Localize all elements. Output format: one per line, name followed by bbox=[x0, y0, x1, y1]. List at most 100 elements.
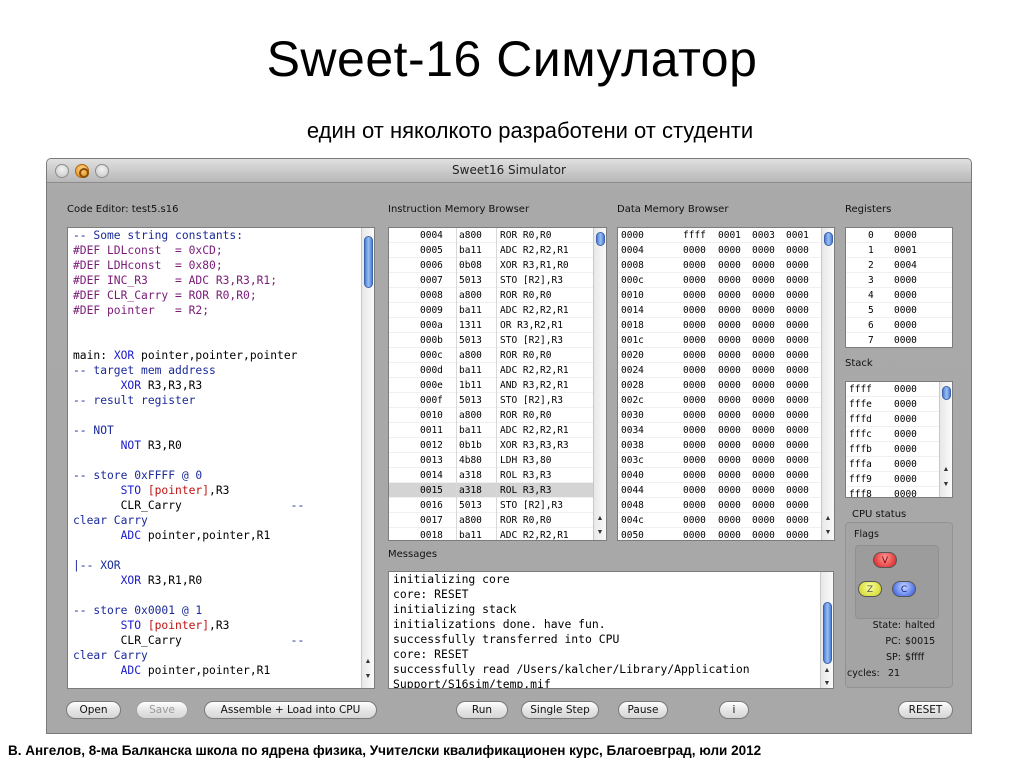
data-memory-scroll-thumb[interactable] bbox=[824, 232, 833, 246]
scroll-up-icon[interactable]: ▲ bbox=[940, 464, 952, 475]
scroll-down-icon[interactable]: ▼ bbox=[362, 671, 374, 682]
data-memory-row[interactable]: 0048 0000 0000 0000 0000 bbox=[618, 498, 834, 513]
data-memory-row[interactable]: 002c 0000 0000 0000 0000 bbox=[618, 393, 834, 408]
data-memory-browser[interactable]: 0000 ffff 0001 0003 0001 0004 0000 0000 0000 0000… bbox=[617, 227, 835, 541]
scroll-up-icon[interactable]: ▲ bbox=[821, 665, 833, 676]
data-memory-row[interactable]: 0038 0000 0000 0000 0000 bbox=[618, 438, 834, 453]
code-editor-scrollbar[interactable]: ▲ ▼ bbox=[361, 228, 374, 688]
instruction-row[interactable]: 0016 5013 STO [R2],R3 bbox=[389, 498, 606, 513]
stack-scroll-thumb[interactable] bbox=[942, 386, 951, 400]
scroll-up-icon[interactable]: ▲ bbox=[594, 513, 606, 524]
instruction-row[interactable]: 0011 ba11 ADC R2,R2,R1 bbox=[389, 423, 606, 438]
instruction-row[interactable]: 0014 a318 ROL R3,R3 bbox=[389, 468, 606, 483]
instruction-row[interactable]: 0012 0b1b XOR R3,R3,R3 bbox=[389, 438, 606, 453]
pause-button[interactable]: Pause bbox=[618, 701, 668, 719]
data-word: 0000 bbox=[786, 500, 809, 511]
instruction-memory-scrollbar[interactable]: ▲ ▼ bbox=[593, 228, 606, 540]
messages-scroll-thumb[interactable] bbox=[823, 602, 832, 664]
instruction-row[interactable]: 0015 a318 ROL R3,R3 bbox=[389, 483, 606, 498]
code-lines[interactable]: -- Some string constants: #DEF LDLconst =… bbox=[73, 228, 363, 678]
stack-table[interactable]: ffff 0000 fffe 0000 fffd 0000 fffc 0000 fffb 0000… bbox=[845, 381, 953, 498]
instruction-row[interactable]: 0018 ba11 ADC R2,R2,R1 bbox=[389, 528, 606, 540]
instruction-row[interactable]: 0005 ba11 ADC R2,R2,R1 bbox=[389, 243, 606, 258]
instruction-row[interactable]: 000f 5013 STO [R2],R3 bbox=[389, 393, 606, 408]
data-memory-row[interactable]: 0034 0000 0000 0000 0000 bbox=[618, 423, 834, 438]
instruction-row[interactable]: 0004 a800 ROR R0,R0 bbox=[389, 228, 606, 243]
window-titlebar[interactable]: Sweet16 Simulator bbox=[47, 159, 971, 183]
stack-address: fffd bbox=[849, 414, 872, 425]
register-index: 2 bbox=[868, 260, 874, 271]
reset-button[interactable]: RESET bbox=[898, 701, 953, 719]
instruction-address: 0007 bbox=[420, 275, 443, 286]
data-memory-scrollbar[interactable]: ▲ ▼ bbox=[821, 228, 834, 540]
instruction-row[interactable]: 000c a800 ROR R0,R0 bbox=[389, 348, 606, 363]
instruction-opcode: 1311 bbox=[459, 320, 482, 331]
code-editor-scroll-thumb[interactable] bbox=[364, 236, 373, 288]
run-button[interactable]: Run bbox=[456, 701, 508, 719]
data-word: 0000 bbox=[752, 275, 775, 286]
data-memory-row[interactable]: 001c 0000 0000 0000 0000 bbox=[618, 333, 834, 348]
info-button[interactable]: i bbox=[719, 701, 749, 719]
messages-scrollbar[interactable]: ▲ ▼ bbox=[820, 572, 833, 688]
instruction-memory-browser[interactable]: 0004 a800 ROR R0,R0 0005 ba11 ADC R2,R2,R1 000… bbox=[388, 227, 607, 541]
scroll-down-icon[interactable]: ▼ bbox=[594, 527, 606, 538]
data-memory-row[interactable]: 0044 0000 0000 0000 0000 bbox=[618, 483, 834, 498]
data-memory-row[interactable]: 0018 0000 0000 0000 0000 bbox=[618, 318, 834, 333]
data-address: 004c bbox=[621, 515, 644, 526]
data-memory-row[interactable]: 0030 0000 0000 0000 0000 bbox=[618, 408, 834, 423]
assemble-load-button[interactable]: Assemble + Load into CPU bbox=[204, 701, 377, 719]
messages-panel[interactable]: initializing core core: RESET initializing… bbox=[388, 571, 834, 689]
instruction-memory-scroll-thumb[interactable] bbox=[596, 232, 605, 246]
data-word: 0000 bbox=[718, 335, 741, 346]
data-memory-row[interactable]: 000c 0000 0000 0000 0000 bbox=[618, 273, 834, 288]
data-word: 0000 bbox=[718, 260, 741, 271]
scroll-down-icon[interactable]: ▼ bbox=[821, 678, 833, 688]
data-memory-row[interactable]: 0010 0000 0000 0000 0000 bbox=[618, 288, 834, 303]
scroll-down-icon[interactable]: ▼ bbox=[940, 479, 952, 490]
data-address: 0038 bbox=[621, 440, 644, 451]
instruction-row[interactable]: 0008 a800 ROR R0,R0 bbox=[389, 288, 606, 303]
data-word: 0000 bbox=[718, 290, 741, 301]
scroll-up-icon[interactable]: ▲ bbox=[822, 513, 834, 524]
open-button[interactable]: Open bbox=[66, 701, 121, 719]
data-memory-row[interactable]: 0040 0000 0000 0000 0000 bbox=[618, 468, 834, 483]
stack-value: 0000 bbox=[894, 399, 917, 410]
scroll-up-icon[interactable]: ▲ bbox=[362, 656, 374, 667]
code-line: -- store 0xFFFF @ 0 bbox=[73, 469, 203, 482]
instruction-row[interactable]: 000d ba11 ADC R2,R2,R1 bbox=[389, 363, 606, 378]
slide-footer: В. Ангелов, 8-ма Балканска школа по ядре… bbox=[8, 743, 762, 758]
data-word: 0000 bbox=[683, 305, 706, 316]
stack-row: fff9 0000 bbox=[846, 472, 952, 487]
stack-scrollbar[interactable]: ▲ ▼ bbox=[939, 382, 952, 497]
instruction-row[interactable]: 0006 0b08 XOR R3,R1,R0 bbox=[389, 258, 606, 273]
data-memory-row[interactable]: 0020 0000 0000 0000 0000 bbox=[618, 348, 834, 363]
save-button[interactable]: Save bbox=[136, 701, 188, 719]
data-memory-row[interactable]: 0014 0000 0000 0000 0000 bbox=[618, 303, 834, 318]
instruction-row[interactable]: 0007 5013 STO [R2],R3 bbox=[389, 273, 606, 288]
data-memory-row[interactable]: 003c 0000 0000 0000 0000 bbox=[618, 453, 834, 468]
instruction-opcode: a318 bbox=[459, 485, 482, 496]
instruction-row[interactable]: 000a 1311 OR R3,R2,R1 bbox=[389, 318, 606, 333]
instruction-row[interactable]: 000b 5013 STO [R2],R3 bbox=[389, 333, 606, 348]
data-memory-row[interactable]: 0000 ffff 0001 0003 0001 bbox=[618, 228, 834, 243]
single-step-button[interactable]: Single Step bbox=[521, 701, 599, 719]
data-address: 0044 bbox=[621, 485, 644, 496]
data-memory-row[interactable]: 0004 0000 0000 0000 0000 bbox=[618, 243, 834, 258]
data-word: 0000 bbox=[786, 290, 809, 301]
data-memory-row[interactable]: 0008 0000 0000 0000 0000 bbox=[618, 258, 834, 273]
data-memory-row[interactable]: 004c 0000 0000 0000 0000 bbox=[618, 513, 834, 528]
instruction-row[interactable]: 000e 1b11 AND R3,R2,R1 bbox=[389, 378, 606, 393]
data-memory-row[interactable]: 0050 0000 0000 0000 0000 bbox=[618, 528, 834, 540]
code-line: #DEF INC_R3 = ADC R3,R3,R1; bbox=[73, 274, 278, 287]
instruction-row[interactable]: 0009 ba11 ADC R2,R2,R1 bbox=[389, 303, 606, 318]
code-editor[interactable]: -- Some string constants: #DEF LDLconst =… bbox=[67, 227, 375, 689]
data-memory-row[interactable]: 0024 0000 0000 0000 0000 bbox=[618, 363, 834, 378]
data-memory-row[interactable]: 0028 0000 0000 0000 0000 bbox=[618, 378, 834, 393]
instruction-address: 0012 bbox=[420, 440, 443, 451]
registers-rows: 0 0000 1 0001 2 0004 3 0000 4 0000 5 0000 6 0000 7 0000 bbox=[846, 228, 952, 347]
instruction-row[interactable]: 0013 4b80 LDH R3,80 bbox=[389, 453, 606, 468]
scroll-down-icon[interactable]: ▼ bbox=[822, 527, 834, 538]
instruction-row[interactable]: 0017 a800 ROR R0,R0 bbox=[389, 513, 606, 528]
stack-value: 0000 bbox=[894, 489, 917, 498]
instruction-row[interactable]: 0010 a800 ROR R0,R0 bbox=[389, 408, 606, 423]
